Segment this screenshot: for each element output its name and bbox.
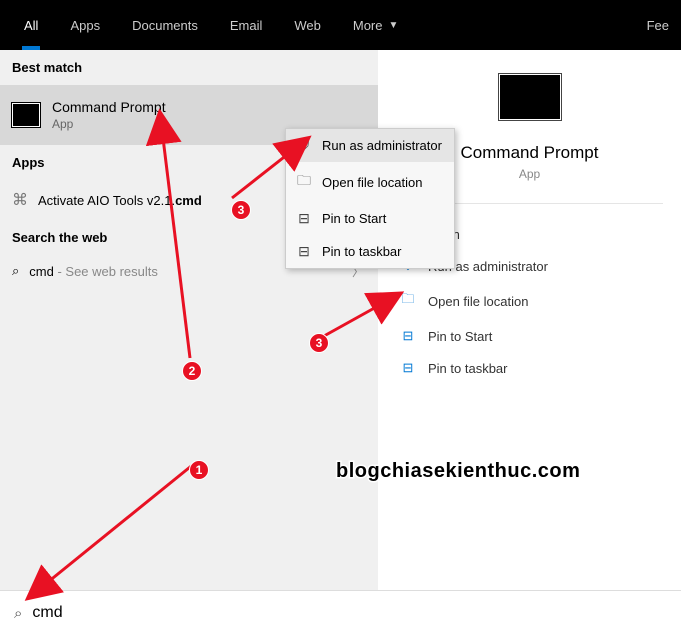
pin-icon: ⊟: [400, 328, 416, 344]
best-match-label: Command Prompt App: [52, 99, 166, 131]
action-pin-start[interactable]: ⊟ Pin to Start: [378, 320, 681, 352]
top-tabs-bar: All Apps Documents Email Web More▼ Fee: [0, 0, 681, 50]
chevron-down-icon: ▼: [388, 20, 398, 31]
ctx-open-file-location[interactable]: 🗀 Open file location: [286, 162, 454, 202]
action-label: Pin to taskbar: [428, 361, 508, 376]
tab-more[interactable]: More▼: [337, 0, 415, 50]
ctx-run-as-admin[interactable]: ⛨ Run as administrator: [286, 129, 454, 162]
annotation-badge-1: 1: [189, 460, 209, 480]
annotation-badge-3b: 3: [309, 333, 329, 353]
tab-apps[interactable]: Apps: [54, 0, 116, 50]
search-icon: ⌕: [12, 263, 19, 279]
apps-result-label: Activate AIO Tools v2.1.cmd: [38, 193, 202, 208]
annotation-badge-2: 2: [182, 361, 202, 381]
search-input[interactable]: [32, 604, 667, 622]
context-menu: ⛨ Run as administrator 🗀 Open file locatio…: [285, 128, 455, 269]
app-file-icon: ⌘: [12, 190, 28, 210]
ctx-label: Pin to Start: [322, 211, 386, 226]
cmd-icon: [12, 103, 40, 127]
action-label: Pin to Start: [428, 329, 492, 344]
watermark-text: blogchiasekienthuc.com: [336, 460, 580, 483]
best-match-header: Best match: [0, 50, 378, 85]
tab-documents[interactable]: Documents: [116, 0, 214, 50]
search-icon: ⌕: [14, 605, 22, 622]
pin-icon: ⊟: [296, 243, 312, 260]
pin-icon: ⊟: [296, 210, 312, 227]
tab-web[interactable]: Web: [278, 0, 337, 50]
cmd-icon-large: [499, 74, 561, 120]
ctx-label: Run as administrator: [322, 138, 442, 153]
web-result-label: cmd - See web results: [29, 264, 158, 279]
best-match-title: Command Prompt: [52, 99, 166, 115]
action-pin-taskbar[interactable]: ⊟ Pin to taskbar: [378, 352, 681, 384]
tab-email[interactable]: Email: [214, 0, 279, 50]
folder-icon: 🗀: [400, 290, 416, 312]
topbar-right-text: Fee: [647, 0, 673, 50]
folder-icon: 🗀: [296, 170, 312, 194]
action-label: Open file location: [428, 294, 528, 309]
best-match-category: App: [52, 117, 166, 131]
ctx-label: Pin to taskbar: [322, 244, 402, 259]
search-bar: ⌕: [0, 590, 681, 635]
ctx-label: Open file location: [322, 175, 422, 190]
tab-all[interactable]: All: [8, 0, 54, 50]
action-open-file-location[interactable]: 🗀 Open file location: [378, 282, 681, 320]
ctx-pin-taskbar[interactable]: ⊟ Pin to taskbar: [286, 235, 454, 268]
pin-icon: ⊟: [400, 360, 416, 376]
ctx-pin-start[interactable]: ⊟ Pin to Start: [286, 202, 454, 235]
shield-icon: ⛨: [296, 137, 312, 154]
annotation-badge-3a: 3: [231, 200, 251, 220]
